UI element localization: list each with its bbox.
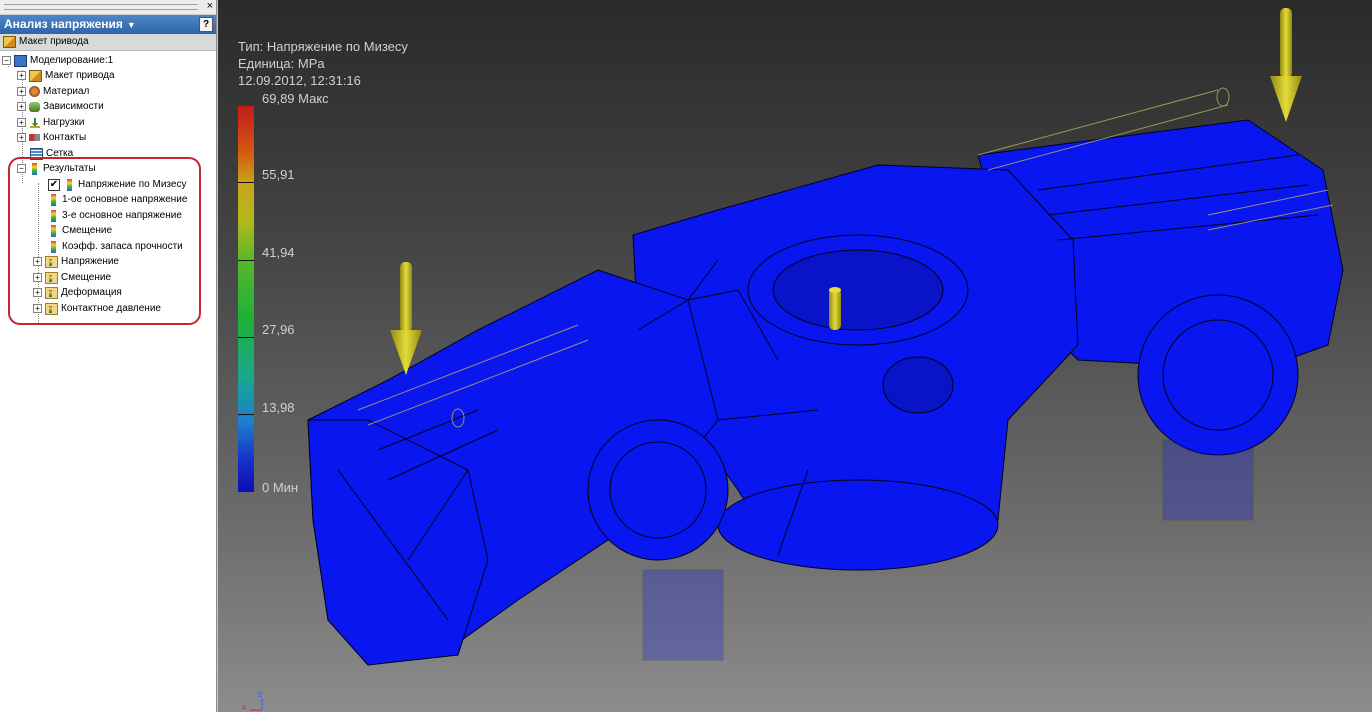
tree-node-assembly[interactable]: + Макет привода [17, 68, 115, 83]
expand-icon[interactable]: + [17, 87, 26, 96]
panel-title[interactable]: Анализ напряжения [4, 17, 123, 31]
panel-grip[interactable]: × [0, 0, 216, 15]
load-arrow [1270, 8, 1302, 122]
simulation-icon [14, 54, 27, 67]
tree-node-simulation[interactable]: − Моделирование:1 [2, 53, 113, 68]
tree-node-label: Контакты [43, 132, 87, 143]
tree-node-constraints[interactable]: + Зависимости [17, 99, 104, 114]
expand-icon[interactable]: + [17, 71, 26, 80]
stress-analysis-browser-panel: × Анализ напряжения ▼ ? Макет привода − М… [0, 0, 217, 712]
panel-title-bar[interactable]: Анализ напряжения ▼ ? [0, 15, 216, 34]
tree-node-label: Нагрузки [43, 117, 85, 128]
triad-z-label: z [258, 689, 263, 699]
assembly-icon [3, 36, 16, 48]
loads-icon [29, 117, 40, 128]
triad-x-label: x [242, 702, 247, 712]
collapse-icon[interactable]: − [2, 56, 11, 65]
load-arrow [390, 262, 422, 375]
contacts-icon [29, 134, 40, 141]
expand-icon[interactable]: + [17, 102, 26, 111]
grip-handle[interactable] [4, 4, 198, 10]
expand-icon[interactable]: + [17, 133, 26, 142]
expand-icon[interactable]: + [17, 118, 26, 127]
results-highlight-outline [8, 157, 201, 325]
tree-node-label: Моделирование:1 [30, 55, 114, 66]
tree-node-contacts[interactable]: + Контакты [17, 130, 86, 145]
browser-root-node[interactable]: Макет привода [0, 34, 216, 51]
constraints-icon [29, 101, 40, 112]
tree-node-label: Макет привода [45, 70, 115, 81]
view-triad-icon[interactable]: z x [236, 688, 286, 712]
tree-node-label: Зависимости [43, 101, 104, 112]
graphics-viewport[interactable]: Тип: Напряжение по Мизесу Единица: MPa 1… [218, 0, 1372, 712]
tree-node-material[interactable]: + Материал [17, 84, 89, 99]
model-body [307, 119, 1344, 666]
tree-node-loads[interactable]: + Нагрузки [17, 115, 84, 130]
chevron-down-icon[interactable]: ▼ [127, 20, 136, 30]
assembly-icon [29, 69, 42, 82]
root-label: Макет привода [19, 36, 89, 47]
material-icon [29, 86, 40, 97]
help-icon[interactable]: ? [199, 17, 213, 32]
close-icon[interactable]: × [207, 0, 213, 12]
actuator-stress-model[interactable] [218, 0, 1372, 712]
load-arrow [829, 287, 841, 330]
tree-node-label: Материал [43, 86, 90, 97]
